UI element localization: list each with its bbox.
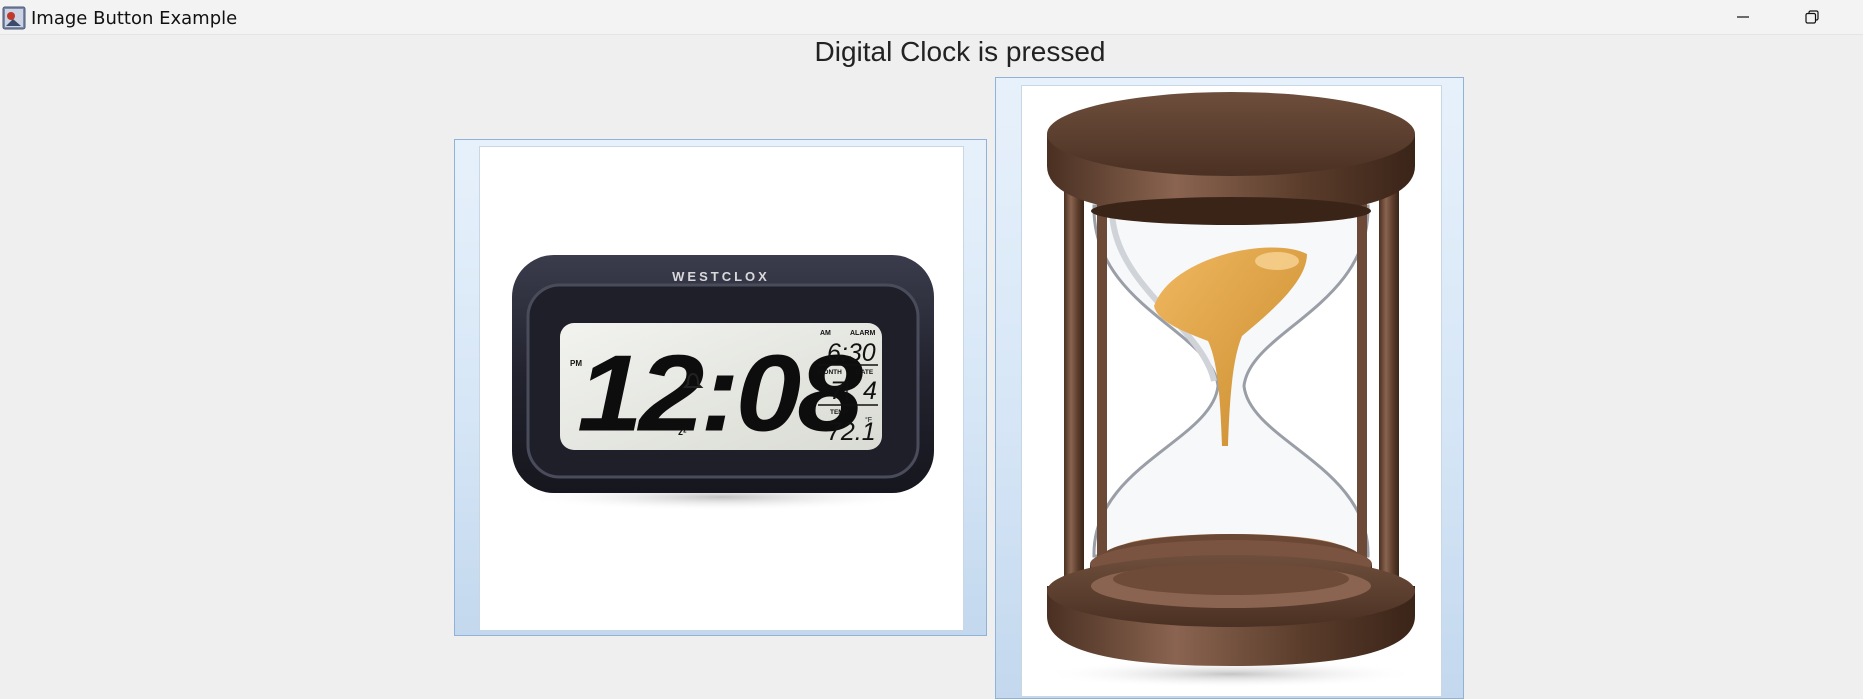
clock-am-label: AM xyxy=(820,330,831,337)
java-app-icon xyxy=(2,6,26,30)
clock-date-value: 4 xyxy=(863,377,877,405)
restore-icon xyxy=(1805,10,1819,24)
hourglass-button[interactable] xyxy=(995,77,1464,699)
clock-alarm-label: ALARM xyxy=(850,330,875,337)
clock-brand-text: WESTCLOX xyxy=(672,269,770,284)
digital-clock-image: WESTCLOX PM 12:08 AM ALARM 6:30 MONTH DA… xyxy=(479,146,964,631)
hourglass-image xyxy=(1021,85,1442,697)
clock-time-text: 12:08 xyxy=(577,333,863,455)
title-bar: Image Button Example xyxy=(0,0,1863,35)
clock-temp-unit: °F xyxy=(865,416,872,424)
restore-button[interactable] xyxy=(1777,0,1847,34)
status-label: Digital Clock is pressed xyxy=(814,36,1106,67)
minimize-button[interactable] xyxy=(1708,0,1778,34)
clock-temp-label: TEMP xyxy=(830,409,849,416)
clock-month-value: 7 xyxy=(830,377,845,405)
clock-date-label: DATE xyxy=(856,369,874,376)
clock-month-label: MONTH xyxy=(818,369,842,376)
snooze-icon: zᶻ xyxy=(678,427,687,438)
minimize-icon xyxy=(1737,16,1749,18)
window-title: Image Button Example xyxy=(31,8,238,29)
clock-alarm-time: 6:30 xyxy=(827,339,876,367)
digital-clock-button[interactable]: WESTCLOX PM 12:08 AM ALARM 6:30 MONTH DA… xyxy=(454,139,987,636)
